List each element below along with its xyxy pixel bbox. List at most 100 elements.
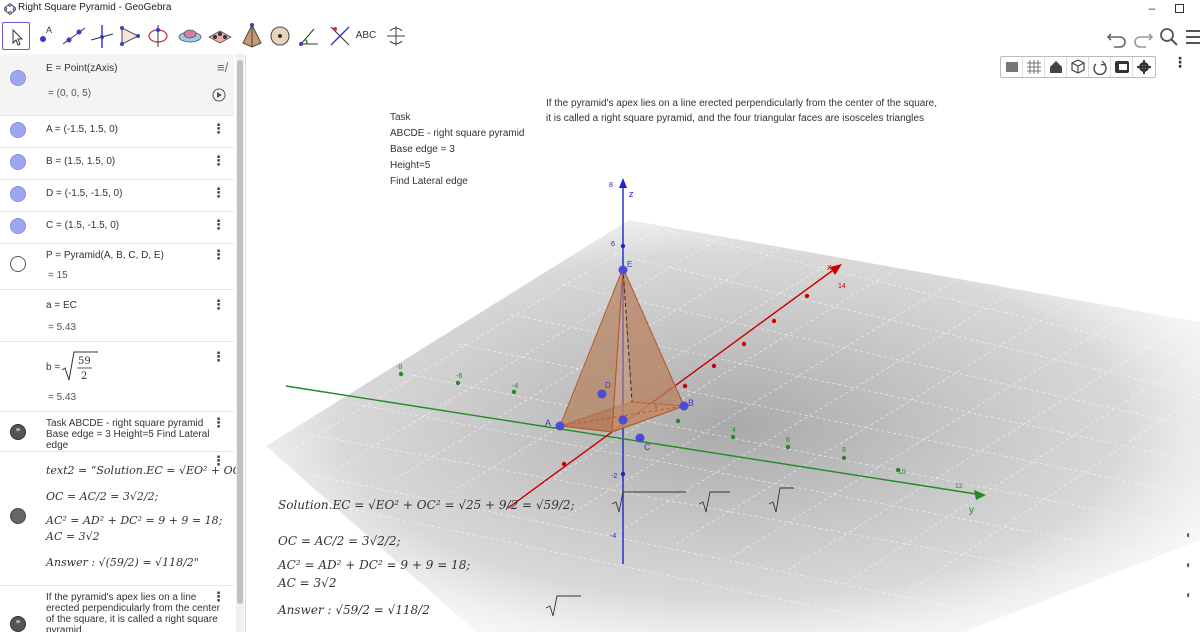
more-options-icon[interactable]: ⋮ xyxy=(212,298,225,311)
z-tick-label: -4 xyxy=(610,533,616,540)
visibility-marble[interactable] xyxy=(10,256,26,272)
circle-around-axis-icon xyxy=(148,25,168,47)
cube-icon xyxy=(1071,59,1085,74)
algebra-row-c[interactable]: C = (1.5, -1.5, 0) ⋮ xyxy=(0,212,234,244)
redo-button[interactable] xyxy=(1130,24,1156,50)
undo-button[interactable] xyxy=(1104,24,1130,50)
algebra-row-text2[interactable]: text2 = “Solution.EC = √EO² + OC ⋮ OC = … xyxy=(0,452,241,586)
angle-tool-button[interactable] xyxy=(296,22,324,50)
hamburger-menu-icon xyxy=(1186,30,1200,44)
y-tick-label: 12 xyxy=(955,483,963,490)
grid-toggle-button[interactable] xyxy=(1023,57,1045,77)
search-button[interactable] xyxy=(1156,24,1182,50)
angle-icon xyxy=(299,28,318,46)
side-panel-toggle-icon[interactable]: ◐ xyxy=(1186,560,1192,571)
side-panel-toggle-icon[interactable]: ◐ xyxy=(1186,530,1192,541)
line-tool-button[interactable] xyxy=(60,22,88,50)
algebra-row-e[interactable]: E = Point(zAxis) = (0, 0, 5) xyxy=(0,54,234,116)
polygon-tool-button[interactable] xyxy=(116,22,144,50)
point-tool-button[interactable]: A xyxy=(32,22,60,50)
geogebra-logo-icon xyxy=(4,3,16,15)
text-tool-button[interactable]: ABC xyxy=(352,22,380,50)
more-options-icon[interactable]: ⋮ xyxy=(212,122,225,135)
point-d[interactable] xyxy=(597,389,607,399)
point-o[interactable] xyxy=(618,415,628,425)
more-options-icon[interactable]: ⋮ xyxy=(212,248,225,261)
algebra-row-d[interactable]: D = (-1.5, -1.5, 0) ⋮ xyxy=(0,180,234,212)
algebra-row-b[interactable]: B = (1.5, 1.5, 0) ⋮ xyxy=(0,148,234,180)
point-a[interactable] xyxy=(555,421,565,431)
settings-button[interactable] xyxy=(1133,57,1155,77)
algebra-row-pyramid[interactable]: P = Pyramid(A, B, C, D, E) = 15 ⋮ xyxy=(0,244,234,290)
algebra-definition[interactable]: P = Pyramid(A, B, C, D, E) xyxy=(46,250,164,261)
minimize-button[interactable]: – xyxy=(1142,0,1162,18)
definition-text[interactable]: If the pyramid's apex lies on a line ere… xyxy=(46,592,222,632)
y-tick-label: 8 xyxy=(842,447,846,454)
algebra-definition[interactable]: D = (-1.5, -1.5, 0) xyxy=(46,188,122,199)
more-options-icon[interactable]: ⋮ xyxy=(212,590,225,603)
reflect-tool-button[interactable] xyxy=(326,22,354,50)
oc-formula: OC = AC/2 = 3√2/2; xyxy=(46,490,159,503)
axes-toggle-button[interactable] xyxy=(1001,57,1023,77)
sphere-icon xyxy=(270,26,290,46)
x-axis-label: x xyxy=(827,262,832,272)
pyramid-icon xyxy=(242,23,262,48)
intersect-tool-button[interactable] xyxy=(176,22,204,50)
clipping-button[interactable] xyxy=(1111,57,1133,77)
scrollbar-thumb[interactable] xyxy=(237,60,243,604)
algebra-row-segment-a[interactable]: a = EC = 5.43 ⋮ xyxy=(0,290,234,342)
sphere-tool-button[interactable] xyxy=(266,22,294,50)
algebra-row-definition-text[interactable]: ” If the pyramid's apex lies on a line e… xyxy=(0,586,234,632)
point-label-e: E xyxy=(627,260,632,269)
task-line: Task xyxy=(390,112,411,123)
more-options-icon[interactable]: ⋮ xyxy=(212,154,225,167)
definition-block: If the pyramid's apex lies on a line ere… xyxy=(546,96,937,126)
task-text[interactable]: Task ABCDE - right square pyramid Base e… xyxy=(46,418,222,451)
more-options-icon[interactable]: ⋮ xyxy=(212,218,225,231)
visibility-marble[interactable] xyxy=(10,218,26,234)
plane-tool-button[interactable] xyxy=(206,22,234,50)
algebra-definition[interactable]: b = xyxy=(46,362,60,373)
view-direction-button[interactable] xyxy=(1067,57,1089,77)
visibility-marble[interactable] xyxy=(10,70,26,86)
style-bar-more-icon[interactable]: ⋮ xyxy=(1173,55,1187,69)
algebra-row-a[interactable]: A = (-1.5, 1.5, 0) ⋮ xyxy=(0,116,234,148)
algebra-value: = 5.43 xyxy=(48,392,77,403)
radicand-denominator: 2 xyxy=(81,371,87,382)
rotate-view-button[interactable] xyxy=(1089,57,1111,77)
home-icon xyxy=(1050,61,1062,73)
algebra-definition[interactable]: B = (1.5, 1.5, 0) xyxy=(46,156,115,167)
task-line: Find Lateral edge xyxy=(390,176,468,187)
visibility-marble[interactable] xyxy=(10,122,26,138)
algebra-definition[interactable]: E = Point(zAxis) xyxy=(46,63,117,74)
algebra-row-task-text[interactable]: ” Task ABCDE - right square pyramid Base… xyxy=(0,412,234,452)
text-marble-icon[interactable]: ” xyxy=(10,424,26,440)
more-options-icon[interactable]: ⋮ xyxy=(212,454,225,467)
algebra-definition[interactable]: C = (1.5, -1.5, 0) xyxy=(46,220,119,231)
maximize-button[interactable] xyxy=(1170,0,1190,18)
z-axis-arrow xyxy=(619,178,627,188)
pyramid-tool-button[interactable] xyxy=(238,22,266,50)
side-panel-toggle-icon[interactable]: ◐ xyxy=(1186,590,1192,601)
rotate-view-tool-button[interactable] xyxy=(382,22,410,50)
play-circle-icon[interactable] xyxy=(212,88,226,102)
algebra-definition[interactable]: a = EC xyxy=(46,300,77,311)
visibility-marble[interactable] xyxy=(10,186,26,202)
move-tool-button[interactable] xyxy=(2,22,30,50)
more-options-icon[interactable]: ⋮ xyxy=(212,350,225,363)
visibility-marble[interactable] xyxy=(10,154,26,170)
task-line: Base edge = 3 xyxy=(390,144,455,155)
perpendicular-line-tool-button[interactable] xyxy=(88,22,116,50)
graphics-3d-view[interactable]: z y x 8 6 -2 -4 14 12 10 8 6 4 -8 -6 -4 … xyxy=(246,54,1200,632)
standard-view-button[interactable] xyxy=(1045,57,1067,77)
algebra-row-b-value[interactable]: b = 59 2 = 5.43 ⋮ xyxy=(0,342,234,412)
more-options-icon[interactable]: ⋮ xyxy=(212,186,225,199)
circle-axis-tool-button[interactable] xyxy=(144,22,172,50)
visibility-marble[interactable] xyxy=(10,508,26,524)
algebra-scrollbar[interactable] xyxy=(236,54,244,632)
algebra-definition[interactable]: A = (-1.5, 1.5, 0) xyxy=(46,124,118,135)
text-marble-icon[interactable]: ” xyxy=(10,616,26,632)
more-options-icon[interactable]: ⋮ xyxy=(212,416,225,429)
main-menu-button[interactable] xyxy=(1180,24,1200,50)
reflect-icon xyxy=(330,26,350,46)
